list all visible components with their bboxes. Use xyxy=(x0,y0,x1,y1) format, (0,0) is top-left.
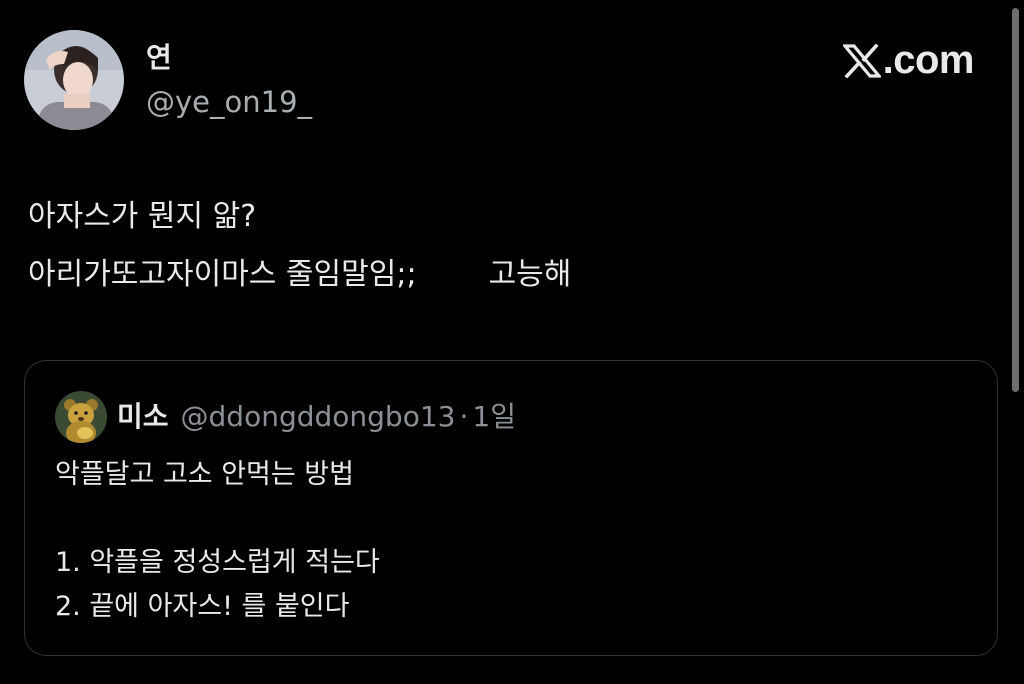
quote-body-line: 악플달고 고소 안먹는 방법 xyxy=(55,459,354,490)
x-logo-icon xyxy=(842,43,881,78)
author-handle[interactable]: @ye_on19_ xyxy=(146,84,312,120)
cartoon-bear-avatar-icon xyxy=(55,391,107,443)
scrollbar-thumb[interactable] xyxy=(1012,8,1019,392)
quote-header: 미소 @ddongddongbo13 · 1일 xyxy=(117,397,516,437)
x-brand-logo[interactable]: .com xyxy=(842,38,975,83)
tweet-text-line-2-tail: 고능해 xyxy=(488,257,572,292)
quote-body-blank-line xyxy=(55,497,380,541)
quote-body-line: 2. 끝에 아자스! 를 붙인다 xyxy=(55,591,350,622)
quote-body-line: 1. 악플을 정성스럽게 적는다 xyxy=(55,547,380,578)
quote-body: 악플달고 고소 안먹는 방법 1. 악플을 정성스럽게 적는다 2. 끝에 아자… xyxy=(55,453,380,629)
vertical-scrollbar[interactable] xyxy=(1009,0,1021,684)
quote-header-separator: · xyxy=(459,400,469,433)
profile-photo-icon xyxy=(24,30,124,130)
quote-timestamp[interactable]: 1일 xyxy=(472,400,516,433)
author-avatar[interactable] xyxy=(24,30,124,130)
tweet-text-line-1: 아자스가 뭔지 앎? xyxy=(28,199,257,234)
tweet-text: 아자스가 뭔지 앎? 아리가또고자이마스 줄임말임;; 고능해 xyxy=(28,188,571,304)
tweet-text-line-2: 아리가또고자이마스 줄임말임;; 고능해 xyxy=(28,246,571,304)
quote-author-display-name[interactable]: 미소 xyxy=(117,400,169,433)
quote-author-handle[interactable]: @ddongddongbo13 xyxy=(181,400,456,433)
quoted-tweet-card[interactable]: 미소 @ddongddongbo13 · 1일 악플달고 고소 안먹는 방법 1. 악… xyxy=(24,360,998,656)
brand-domain-text: .com xyxy=(882,38,975,82)
quote-author-avatar[interactable] xyxy=(55,391,107,443)
author-display-name[interactable]: 연 xyxy=(146,40,172,76)
tweet-text-line-2-main: 아리가또고자이마스 줄임말임;; xyxy=(28,257,417,292)
